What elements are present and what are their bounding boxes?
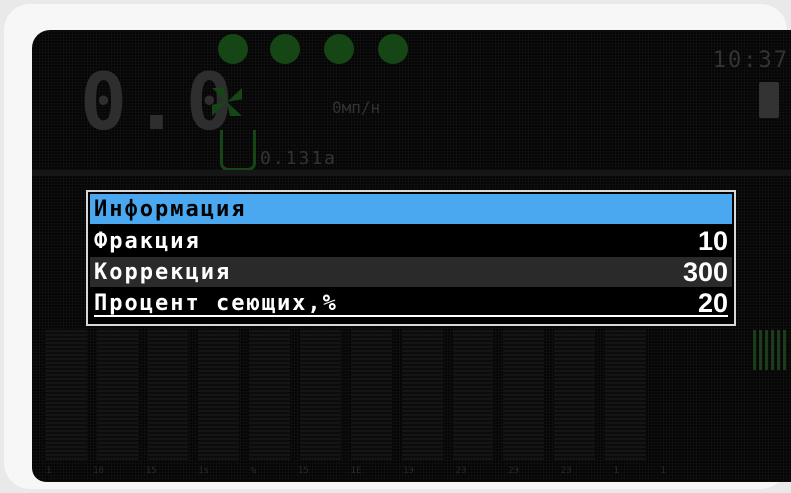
section-bar (554, 330, 596, 460)
device-frame: 0.0 10:37 0мп/н 0.131а 1 10 15 1s % 15 1… (4, 4, 791, 489)
axis-label: 10 (93, 466, 104, 476)
speed-value: 0.0 (80, 58, 239, 148)
menu-item-fraction[interactable]: Фракция 10 (90, 226, 732, 256)
menu-item-label: Фракция (94, 228, 201, 254)
axis-label: 15 (297, 466, 309, 476)
axis-label: % (250, 466, 257, 476)
rate-unit: 0мп/н (332, 98, 381, 117)
section-bar (198, 330, 240, 460)
section-bar (503, 330, 545, 460)
section-bar (452, 330, 494, 460)
axis-label: 1 (613, 466, 619, 476)
axis-label: 1Э (403, 466, 414, 476)
axis-label: 2Э (508, 466, 520, 476)
hopper-value: 0.131а (260, 148, 338, 169)
battery-icon (759, 82, 779, 118)
axis-label: 2Э (560, 466, 572, 476)
section-bar (249, 330, 291, 460)
seed-icon (324, 34, 354, 64)
divider (32, 170, 791, 176)
axis-label: 2Э (455, 466, 467, 476)
section-bar (401, 330, 443, 460)
section-axis: 1 10 15 1s % 15 1E 1Э 2Э 2Э 2Э 1 1 (46, 466, 666, 476)
menu-item-value: 10 (697, 225, 728, 256)
axis-label: 15 (145, 466, 157, 476)
info-menu: Информация Фракция 10 Коррекция 300 Проц… (86, 190, 736, 326)
hopper-icon (220, 130, 256, 171)
seed-icon (270, 34, 300, 64)
seed-icon (218, 34, 248, 64)
axis-label: 1 (46, 466, 52, 476)
selection-underline (94, 315, 728, 317)
section-bar (300, 330, 341, 460)
menu-item-seeding-percent[interactable]: Процент сеющих,% 20 (90, 288, 732, 318)
axis-label: 1 (660, 466, 666, 476)
section-bar (605, 330, 646, 460)
section-bar (46, 330, 87, 460)
axis-label: 1E (350, 466, 362, 476)
indicator-ticks (753, 330, 789, 370)
menu-item-correction[interactable]: Коррекция 300 (90, 257, 732, 287)
menu-title-text: Информация (94, 196, 247, 222)
clock: 10:37 (712, 48, 789, 73)
display-screen: 0.0 10:37 0мп/н 0.131а 1 10 15 1s % 15 1… (32, 30, 791, 482)
menu-title: Информация (90, 194, 732, 224)
axis-label: 1s (198, 466, 210, 476)
section-bar (350, 330, 392, 460)
menu-item-label: Коррекция (94, 259, 232, 285)
section-bar (96, 330, 138, 460)
menu-item-label: Процент сеющих,% (94, 290, 338, 316)
menu-item-value: 20 (697, 287, 728, 318)
section-bars (46, 330, 646, 460)
section-bar (147, 330, 189, 460)
seed-icon (378, 34, 408, 64)
menu-item-value: 300 (682, 256, 728, 287)
